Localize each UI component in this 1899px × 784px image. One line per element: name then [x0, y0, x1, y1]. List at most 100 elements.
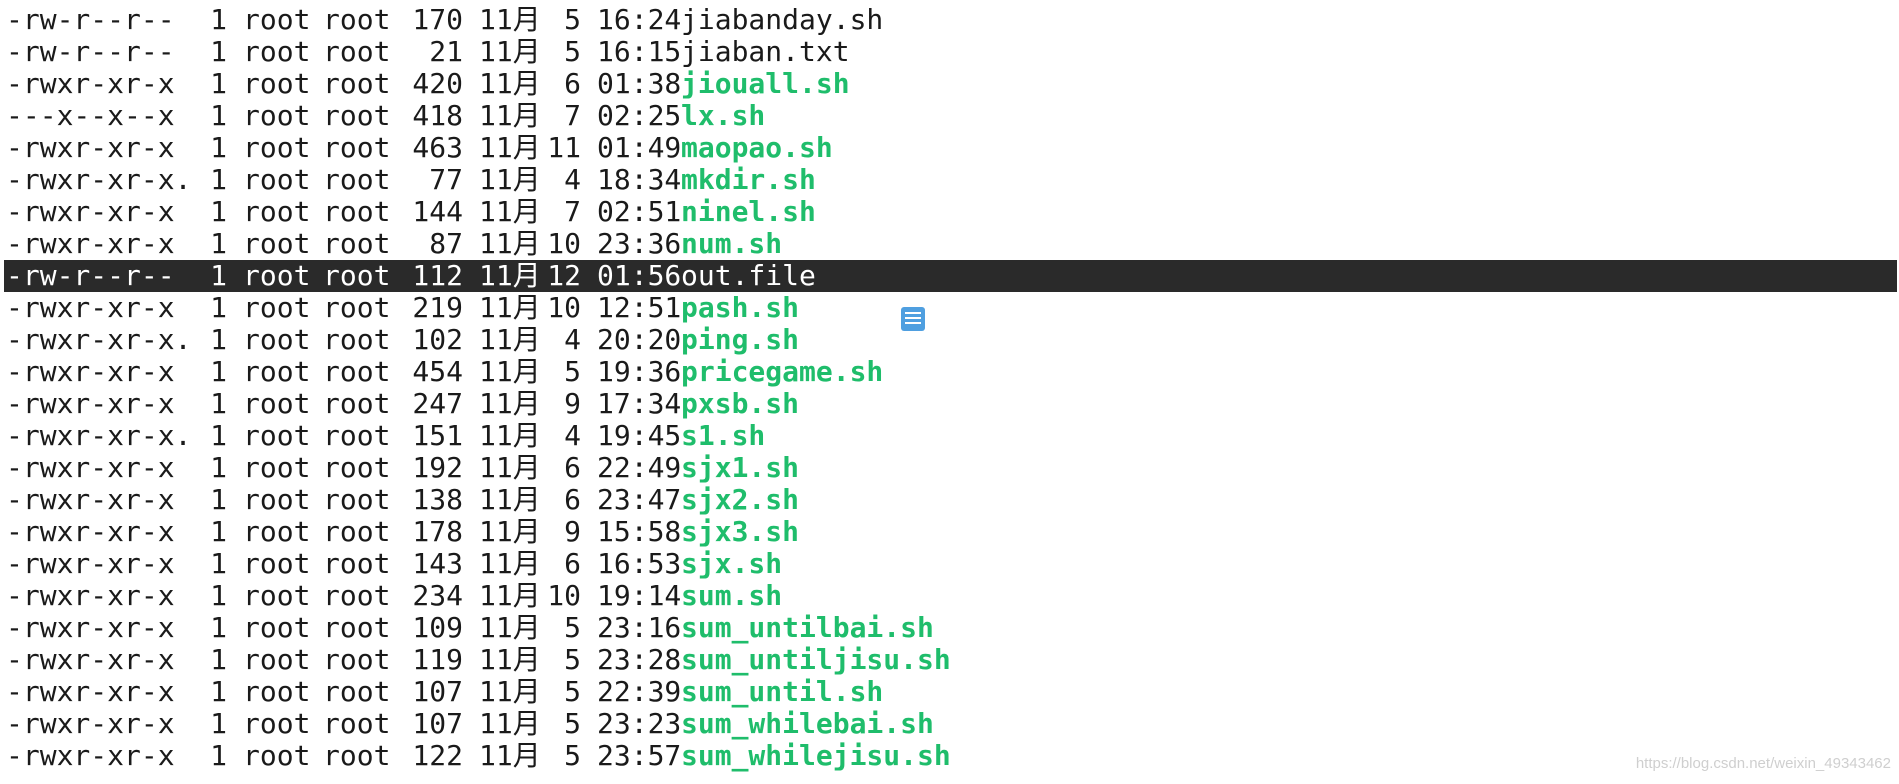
owner: root	[243, 3, 311, 36]
month: 11月	[479, 675, 541, 708]
time: 16:53	[597, 547, 682, 580]
file-name: sjx.sh	[681, 547, 783, 580]
file-size: 21	[429, 35, 463, 68]
file-size: 119	[412, 643, 463, 676]
group: root	[323, 547, 391, 580]
link-count: 1	[210, 3, 227, 36]
owner: root	[243, 131, 311, 164]
month: 11月	[479, 259, 541, 292]
listing-row[interactable]: -rwxr-xr-x 1 root root 138 11月 6 23:47sjx2.sh	[0, 484, 1899, 516]
month: 11月	[479, 387, 541, 420]
day: 4	[564, 163, 581, 196]
listing-row[interactable]: -rwxr-xr-x 1 root root 144 11月 7 02:51ninel.sh	[0, 196, 1899, 228]
listing-row[interactable]: -rwxr-xr-x. 1 root root 151 11月 4 19:45s1.sh	[0, 420, 1899, 452]
file-size: 178	[412, 515, 463, 548]
listing-row[interactable]: -rwxr-xr-x 1 root root 234 11月 10 19:14sum.sh	[0, 580, 1899, 612]
permissions: -rwxr-xr-x	[6, 547, 175, 580]
time: 01:38	[597, 67, 682, 100]
listing-row[interactable]: -rw-r--r-- 1 root root 21 11月 5 16:15jiaban.txt	[0, 36, 1899, 68]
time: 01:56	[597, 259, 682, 292]
permissions: -rwxr-xr-x.	[6, 163, 192, 196]
file-size: 151	[412, 419, 463, 452]
file-name: pricegame.sh	[681, 355, 884, 388]
listing-row[interactable]: -rwxr-xr-x. 1 root root 77 11月 4 18:34mkdir.sh	[0, 164, 1899, 196]
file-name: sum.sh	[681, 579, 783, 612]
listing-row[interactable]: -rwxr-xr-x 1 root root 87 11月 10 23:36num.sh	[0, 228, 1899, 260]
permissions: -rwxr-xr-x	[6, 739, 175, 772]
owner: root	[243, 195, 311, 228]
owner: root	[243, 227, 311, 260]
link-count: 1	[210, 131, 227, 164]
group: root	[323, 227, 391, 260]
permissions: -rwxr-xr-x	[6, 67, 175, 100]
permissions: -rwxr-xr-x	[6, 355, 175, 388]
note-icon[interactable]	[901, 307, 925, 331]
file-size: 418	[412, 99, 463, 132]
time: 02:25	[597, 99, 682, 132]
group: root	[323, 163, 391, 196]
day: 7	[564, 195, 581, 228]
listing-row[interactable]: ---x--x--x 1 root root 418 11月 7 02:25lx.sh	[0, 100, 1899, 132]
link-count: 1	[210, 483, 227, 516]
time: 17:34	[597, 387, 682, 420]
listing-row[interactable]: -rwxr-xr-x 1 root root 109 11月 5 23:16sum_until…	[0, 612, 1899, 644]
file-name: pash.sh	[681, 291, 800, 324]
month: 11月	[479, 35, 541, 68]
listing-row[interactable]: -rw-r--r-- 1 root root 170 11月 5 16:24jiabanday…	[0, 4, 1899, 36]
owner: root	[243, 323, 311, 356]
permissions: ---x--x--x	[6, 99, 175, 132]
listing-row[interactable]: -rwxr-xr-x 1 root root 107 11月 5 23:23sum_while…	[0, 708, 1899, 740]
listing-row[interactable]: -rwxr-xr-x 1 root root 178 11月 9 15:58sjx3.sh	[0, 516, 1899, 548]
group: root	[323, 515, 391, 548]
file-size: 144	[412, 195, 463, 228]
time: 22:49	[597, 451, 682, 484]
listing-row[interactable]: -rwxr-xr-x 1 root root 463 11月 11 01:49maopao.s…	[0, 132, 1899, 164]
listing-row[interactable]: -rwxr-xr-x 1 root root 219 11月 10 12:51pash.sh	[0, 292, 1899, 324]
time: 12:51	[597, 291, 682, 324]
file-name: sum_whilebai.sh	[681, 707, 934, 740]
time: 01:49	[597, 131, 682, 164]
permissions: -rwxr-xr-x	[6, 451, 175, 484]
owner: root	[243, 483, 311, 516]
permissions: -rwxr-xr-x	[6, 579, 175, 612]
day: 5	[564, 355, 581, 388]
owner: root	[243, 67, 311, 100]
listing-row[interactable]: -rwxr-xr-x 1 root root 192 11月 6 22:49sjx1.sh	[0, 452, 1899, 484]
group: root	[323, 99, 391, 132]
group: root	[323, 131, 391, 164]
link-count: 1	[210, 99, 227, 132]
listing-row[interactable]: -rwxr-xr-x 1 root root 122 11月 5 23:57sum_while…	[0, 740, 1899, 772]
link-count: 1	[210, 227, 227, 260]
file-name: jiabanday.sh	[681, 3, 884, 36]
month: 11月	[479, 515, 541, 548]
permissions: -rwxr-xr-x	[6, 611, 175, 644]
file-size: 143	[412, 547, 463, 580]
owner: root	[243, 163, 311, 196]
time: 23:57	[597, 739, 682, 772]
listing-row[interactable]: -rwxr-xr-x 1 root root 143 11月 6 16:53sjx.sh	[0, 548, 1899, 580]
listing-row[interactable]: -rwxr-xr-x 1 root root 420 11月 6 01:38jiouall.s…	[0, 68, 1899, 100]
permissions: -rwxr-xr-x.	[6, 419, 192, 452]
time: 19:45	[597, 419, 682, 452]
file-size: 112	[412, 259, 463, 292]
file-size: 420	[412, 67, 463, 100]
listing-row-selected[interactable]: -rw-r--r-- 1 root root 112 11月 12 01:56out.file	[4, 260, 1897, 292]
listing-row[interactable]: -rwxr-xr-x 1 root root 119 11月 5 23:28sum_until…	[0, 644, 1899, 676]
day: 5	[564, 707, 581, 740]
group: root	[323, 579, 391, 612]
permissions: -rwxr-xr-x	[6, 387, 175, 420]
owner: root	[243, 643, 311, 676]
month: 11月	[479, 163, 541, 196]
listing-row[interactable]: -rwxr-xr-x. 1 root root 102 11月 4 20:20ping.sh	[0, 324, 1899, 356]
time: 16:15	[597, 35, 682, 68]
permissions: -rwxr-xr-x	[6, 515, 175, 548]
listing-row[interactable]: -rwxr-xr-x 1 root root 247 11月 9 17:34pxsb.sh	[0, 388, 1899, 420]
file-name: ninel.sh	[681, 195, 816, 228]
owner: root	[243, 291, 311, 324]
file-name: num.sh	[681, 227, 783, 260]
link-count: 1	[210, 515, 227, 548]
listing-row[interactable]: -rwxr-xr-x 1 root root 107 11月 5 22:39sum_until…	[0, 676, 1899, 708]
time: 23:28	[597, 643, 682, 676]
listing-row[interactable]: -rwxr-xr-x 1 root root 454 11月 5 19:36pricegame…	[0, 356, 1899, 388]
time: 23:36	[597, 227, 682, 260]
